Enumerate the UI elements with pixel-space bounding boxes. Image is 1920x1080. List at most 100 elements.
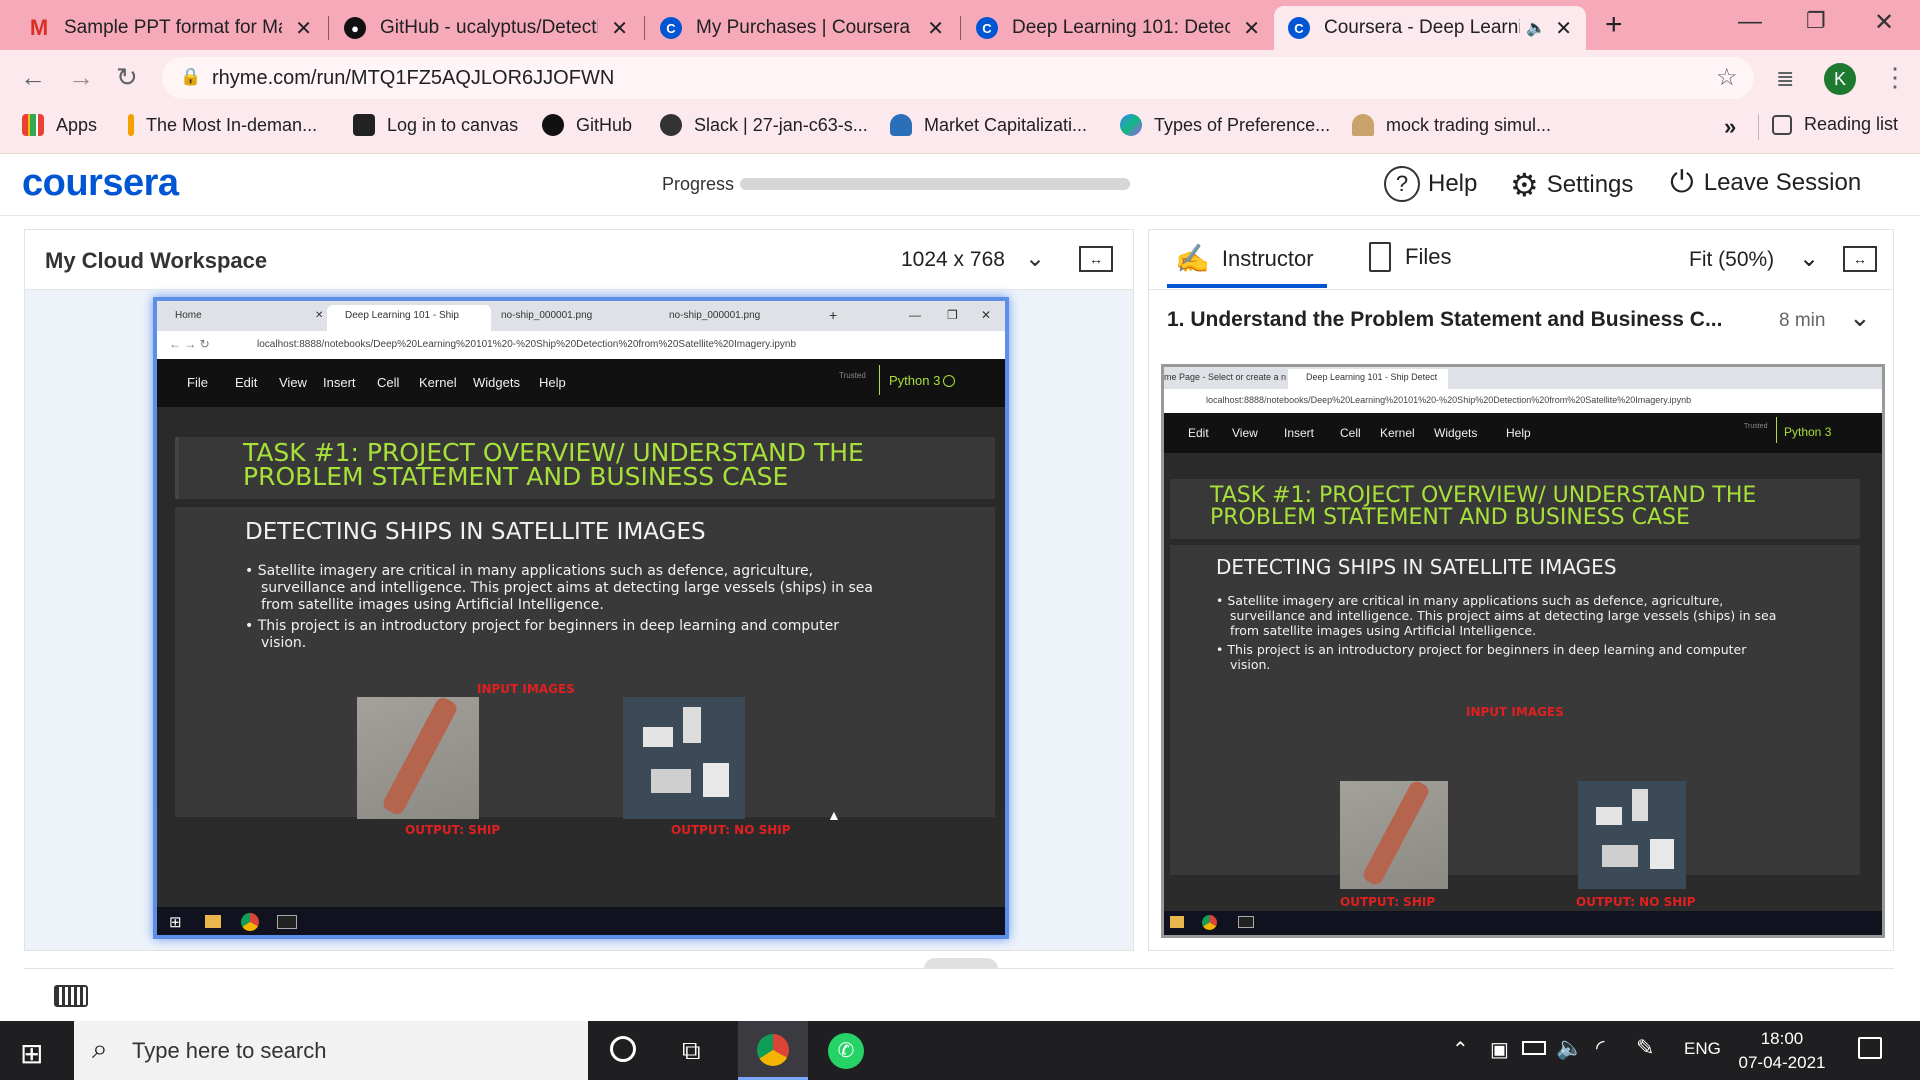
minimize-icon[interactable]: — — [909, 308, 921, 322]
windows-icon[interactable]: ⊞ — [169, 913, 182, 931]
menu-cell[interactable]: Cell — [377, 375, 399, 390]
instructor-video: me Page - Select or create a n Deep Lear… — [1161, 364, 1885, 938]
whatsapp-icon[interactable]: ✆ — [828, 1033, 864, 1069]
leave-session-button[interactable]: ⏻ Leave Session — [1670, 166, 1861, 200]
remote-desktop-view[interactable]: Home ✕ Deep Learning 101 - Ship no-ship_… — [153, 297, 1009, 939]
notebook-area: TASK #1: PROJECT OVERVIEW/ UNDERSTAND TH… — [157, 407, 1005, 817]
forward-icon[interactable]: → — [68, 62, 94, 93]
windows-start-icon[interactable]: ⊞ — [20, 1037, 43, 1070]
folder-icon[interactable] — [205, 915, 221, 928]
gmail-icon: M — [29, 15, 49, 40]
folder-icon — [1170, 916, 1184, 928]
language-indicator[interactable]: ENG — [1684, 1039, 1721, 1059]
terminal-icon[interactable] — [277, 915, 297, 929]
chrome-icon[interactable] — [241, 913, 259, 931]
remote-tab[interactable]: no-ship_000001.png — [669, 310, 760, 321]
tab-instructor[interactable]: ✍ Instructor — [1175, 242, 1314, 275]
restore-icon[interactable]: ❐ — [947, 308, 958, 322]
gear-icon: ⚙ — [1510, 167, 1539, 203]
output-ship-label: OUTPUT: SHIP — [1340, 895, 1436, 909]
menu-help[interactable]: Help — [539, 375, 566, 390]
restore-icon[interactable]: ❐ — [1806, 8, 1826, 34]
coursera-logo[interactable]: coursera — [22, 162, 179, 205]
resolution-select[interactable]: 1024 x 768 — [901, 248, 1005, 272]
menu-dots-icon[interactable]: ⋮ — [1882, 62, 1908, 93]
bookmark-item[interactable]: Slack | 27-jan-c63-s... — [660, 114, 868, 136]
battery-icon[interactable] — [1522, 1041, 1546, 1055]
window-close-icon[interactable]: ✕ — [981, 308, 991, 322]
chevron-down-icon[interactable]: ⌄ — [1025, 244, 1045, 273]
bookmark-star-icon[interactable]: ☆ — [1716, 63, 1738, 92]
bookmark-item[interactable]: The Most In-deman... — [128, 114, 317, 136]
markdown-cell[interactable]: TASK #1: PROJECT OVERVIEW/ UNDERSTAND TH… — [175, 437, 995, 499]
close-icon[interactable]: ✕ — [295, 16, 312, 41]
back-icon[interactable]: ← — [20, 62, 46, 93]
speaker-icon[interactable]: 🔈 — [1526, 18, 1546, 38]
menu-item: Insert — [1284, 426, 1315, 440]
markdown-cell[interactable]: DETECTING SHIPS IN SATELLITE IMAGES • Sa… — [175, 507, 995, 817]
new-tab-button[interactable]: + — [1605, 8, 1623, 42]
close-icon[interactable]: ✕ — [315, 310, 323, 321]
notifications-icon[interactable] — [1858, 1037, 1882, 1059]
tab-files[interactable]: Files — [1369, 242, 1451, 272]
chrome-taskbar-button[interactable] — [738, 1021, 808, 1080]
close-icon[interactable]: ✕ — [927, 16, 944, 41]
close-icon[interactable]: ✕ — [611, 16, 628, 41]
reload-icon[interactable]: ↻ — [116, 62, 138, 93]
remote-tab[interactable]: Home — [175, 310, 202, 321]
volume-icon[interactable]: 🔈 — [1556, 1035, 1583, 1061]
address-bar[interactable]: 🔒 rhyme.com/run/MTQ1FZ5AQJLOR6JJOFWN ☆ — [162, 57, 1754, 99]
bookmark-label: Log in to canvas — [387, 114, 519, 135]
browser-tab[interactable]: C My Purchases | Coursera ✕ — [646, 6, 958, 50]
remote-address-bar[interactable]: ← → ↻ localhost:8888/notebooks/Deep%20Le… — [157, 331, 1005, 359]
minimize-icon[interactable]: — — [1738, 8, 1762, 36]
browser-tab[interactable]: C Deep Learning 101: Detect ✕ — [962, 6, 1274, 50]
bullet-list: • Satellite imagery are critical in many… — [245, 563, 873, 651]
bookmarks-overflow-icon[interactable]: » — [1724, 114, 1736, 140]
clock[interactable]: 18:00 07-04-2021 — [1736, 1027, 1828, 1075]
menu-file[interactable]: File — [187, 375, 208, 390]
window-close-icon[interactable]: ✕ — [1874, 8, 1894, 37]
meet-now-icon[interactable]: ▣ — [1490, 1037, 1509, 1062]
pen-icon[interactable]: ✎ — [1636, 1035, 1654, 1061]
bookmark-item[interactable]: GitHub — [542, 114, 632, 136]
task-view-icon[interactable]: ⧉ — [682, 1035, 701, 1067]
ship-image — [1340, 778, 1448, 889]
bookmark-item[interactable]: Types of Preference... — [1120, 114, 1330, 136]
wifi-icon[interactable]: ◜ — [1596, 1035, 1605, 1061]
reading-list-button[interactable]: Reading list — [1772, 114, 1898, 135]
cortana-icon[interactable] — [610, 1036, 636, 1062]
close-icon[interactable]: ✕ — [1243, 16, 1260, 41]
browser-tab-active[interactable]: C Coursera - Deep Learni 🔈 ✕ — [1274, 6, 1586, 50]
menu-kernel[interactable]: Kernel — [419, 375, 457, 390]
chevron-down-icon[interactable]: ⌄ — [1849, 302, 1871, 333]
new-tab-icon[interactable]: + — [829, 307, 837, 323]
bookmark-item[interactable]: mock trading simul... — [1352, 114, 1551, 136]
remote-tab-active[interactable]: Deep Learning 101 - Ship — [327, 305, 491, 331]
chevron-down-icon[interactable]: ⌄ — [1799, 244, 1819, 273]
task-title[interactable]: 1. Understand the Problem Statement and … — [1167, 308, 1722, 332]
expand-icon[interactable]: ↔ — [1079, 246, 1113, 272]
expand-icon[interactable]: ↔ — [1843, 246, 1877, 272]
file-icon — [1369, 242, 1391, 272]
menu-view[interactable]: View — [279, 375, 307, 390]
zoom-select[interactable]: Fit (50%) — [1689, 248, 1774, 272]
chevron-up-icon[interactable]: ⌃ — [1452, 1037, 1469, 1062]
taskbar-search-box[interactable]: ⌕ Type here to search — [74, 1021, 588, 1080]
menu-widgets[interactable]: Widgets — [473, 375, 520, 390]
profile-avatar[interactable]: K — [1824, 63, 1856, 95]
bookmark-item[interactable]: Log in to canvas — [353, 114, 518, 136]
keyboard-icon[interactable] — [54, 985, 88, 1007]
browser-tab[interactable]: ● GitHub - ucalyptus/Detecti ✕ — [330, 6, 642, 50]
help-button[interactable]: ? Help — [1384, 166, 1477, 202]
settings-button[interactable]: ⚙ Settings — [1510, 166, 1633, 204]
menu-edit[interactable]: Edit — [235, 375, 257, 390]
bookmark-apps[interactable]: Apps — [22, 114, 97, 136]
menu-insert[interactable]: Insert — [323, 375, 356, 390]
close-icon[interactable]: ✕ — [1555, 16, 1572, 41]
media-control-icon[interactable]: ≣ — [1776, 66, 1794, 92]
tab-label: Files — [1405, 244, 1452, 269]
browser-tab[interactable]: M Sample PPT format for Maj ✕ — [14, 6, 326, 50]
remote-tab[interactable]: no-ship_000001.png — [501, 310, 592, 321]
bookmark-item[interactable]: Market Capitalizati... — [890, 114, 1087, 136]
